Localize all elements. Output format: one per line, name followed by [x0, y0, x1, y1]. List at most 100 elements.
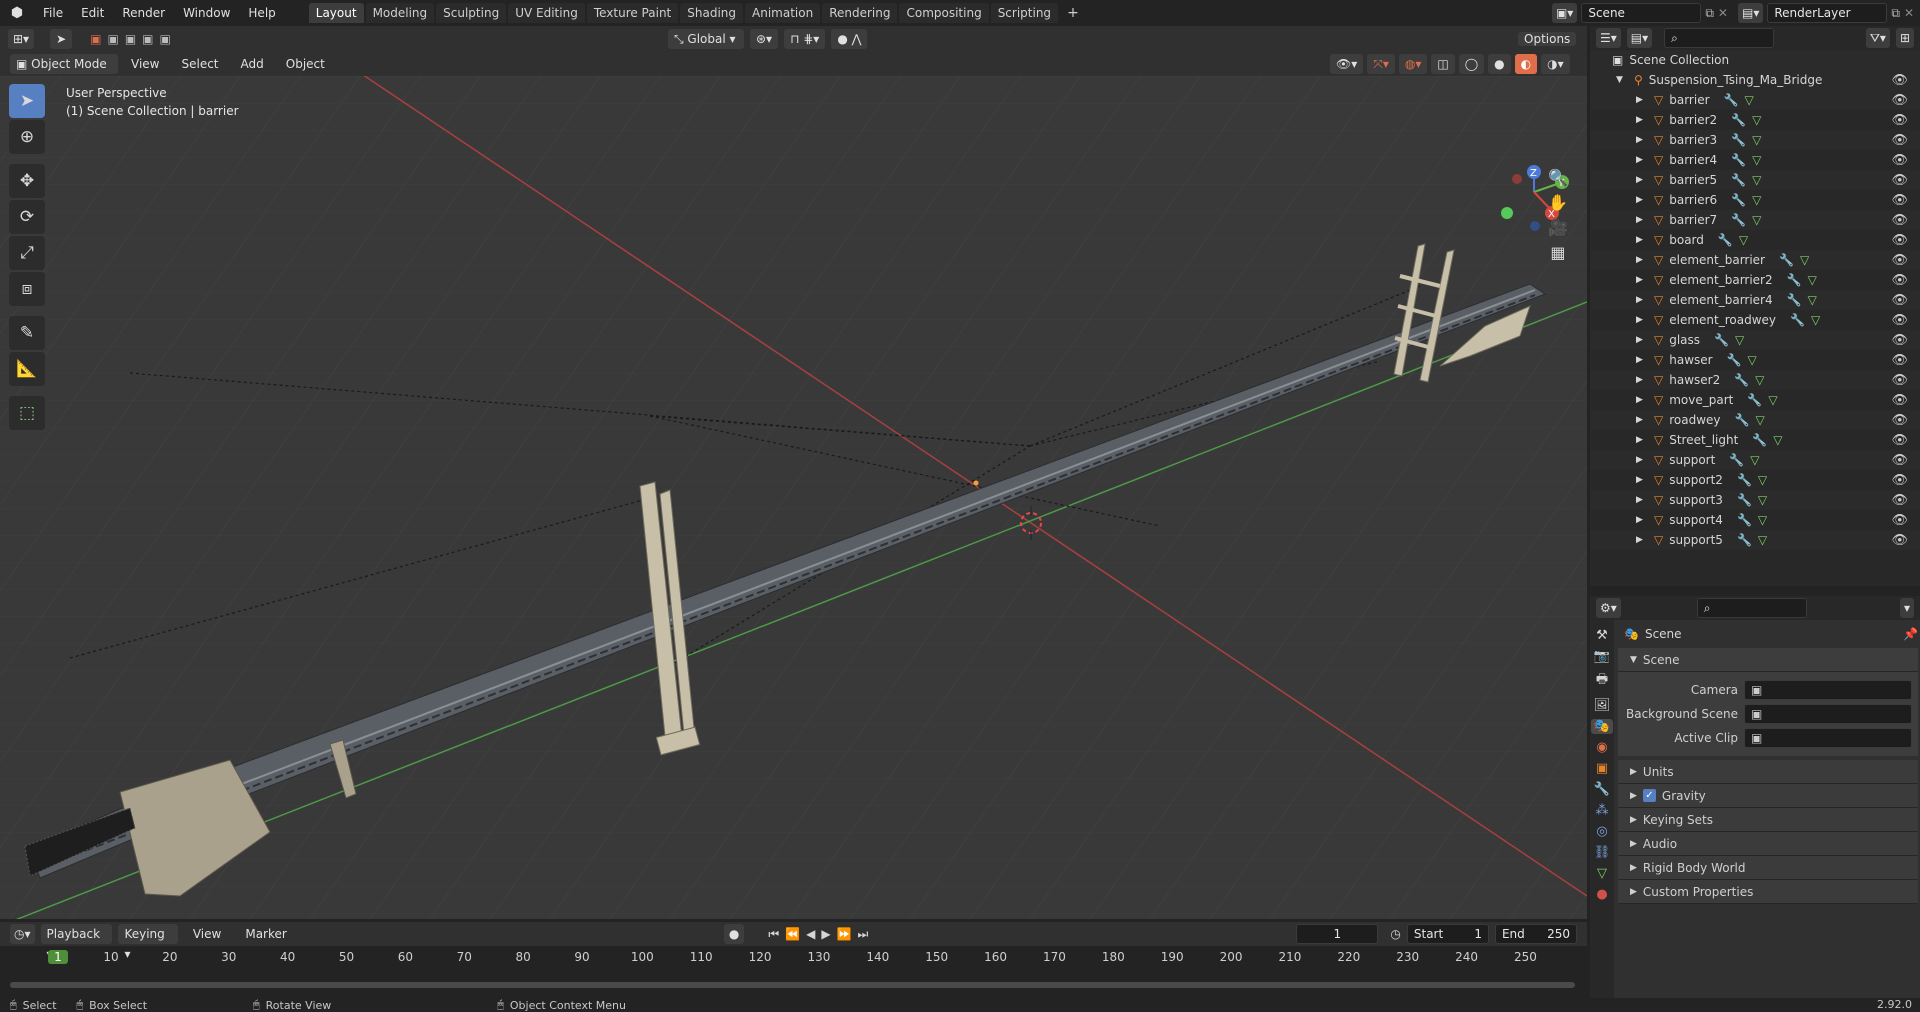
data-tab-icon[interactable]: ▽	[1597, 866, 1607, 881]
timeline-menu-view[interactable]: View	[184, 924, 230, 944]
expand-right-icon[interactable]: ▶	[1636, 375, 1648, 385]
select-mode-extend-icon[interactable]: ▣	[107, 32, 118, 46]
editor-type-icon[interactable]: ⊞▾	[8, 29, 35, 49]
modifier-icon[interactable]: 🔧	[1731, 153, 1746, 167]
scene-tab-icon[interactable]: 🎭	[1590, 719, 1614, 734]
visibility-icon[interactable]: 👁▾	[1330, 54, 1364, 74]
mesh-data-icon[interactable]: ▽	[1748, 353, 1757, 367]
eye-icon[interactable]: 👁	[1891, 393, 1908, 408]
tab-layout[interactable]: Layout	[308, 3, 364, 23]
eye-icon[interactable]: 👁	[1891, 93, 1908, 108]
pivot-icon[interactable]: ⊛▾	[750, 29, 779, 49]
outliner-object-row[interactable]: ▶ ▽ glass 🔧 ▽ 👁	[1590, 330, 1920, 350]
mesh-data-icon[interactable]: ▽	[1755, 413, 1764, 427]
modifier-icon[interactable]: 🔧	[1779, 253, 1794, 267]
modifier-icon[interactable]: 🔧	[1731, 173, 1746, 187]
render-tab-icon[interactable]: 📷	[1594, 649, 1610, 664]
property-value-field[interactable]: ▣	[1744, 680, 1912, 700]
overlay-toggle-icon[interactable]: ◍▾	[1398, 54, 1428, 74]
properties-editor-icon[interactable]: ⚙▾	[1596, 598, 1621, 618]
world-tab-icon[interactable]: ◉	[1596, 740, 1607, 755]
eye-icon[interactable]: 👁	[1891, 233, 1908, 248]
cursor-tool[interactable]: ⊕	[9, 120, 45, 154]
property-value-field[interactable]: ▣	[1744, 704, 1912, 724]
current-frame-field[interactable]: 1	[1296, 924, 1379, 944]
view-layer-tab-icon[interactable]: 🖼	[1594, 698, 1611, 713]
expand-right-icon[interactable]: ▶	[1636, 275, 1648, 285]
keying-dropdown[interactable]: Keying ▾	[118, 924, 178, 961]
eye-icon[interactable]: 👁	[1891, 273, 1908, 288]
tool-tab-icon[interactable]: ⚒	[1596, 628, 1608, 643]
start-frame-field[interactable]: Start 1	[1406, 924, 1489, 944]
eye-icon[interactable]: 👁	[1891, 193, 1908, 208]
outliner-object-row[interactable]: ▶ ▽ element_barrier4 🔧 ▽ 👁	[1590, 290, 1920, 310]
tab-uv-editing[interactable]: UV Editing	[508, 3, 585, 23]
mesh-data-icon[interactable]: ▽	[1768, 393, 1777, 407]
eye-icon[interactable]: 👁	[1891, 153, 1908, 168]
select-mode-new-icon[interactable]: ▣	[90, 32, 101, 46]
eye-icon[interactable]: 👁	[1891, 293, 1908, 308]
record-icon[interactable]: ●	[723, 924, 745, 944]
modifier-icon[interactable]: 🔧	[1735, 413, 1750, 427]
scene-name-field[interactable]: Scene	[1581, 3, 1702, 23]
eye-icon[interactable]: 👁	[1891, 473, 1908, 488]
orientation-dropdown[interactable]: ⤡ Global ▾	[668, 29, 744, 49]
menu-edit[interactable]: Edit	[72, 0, 113, 26]
menu-view[interactable]: View	[122, 54, 168, 74]
shading-material-icon[interactable]: ◐	[1514, 54, 1538, 74]
mesh-data-icon[interactable]: ▽	[1752, 213, 1761, 227]
clock-icon[interactable]: ◷	[1390, 927, 1400, 941]
timeline-menu-marker[interactable]: Marker	[236, 924, 295, 944]
scene-selector[interactable]: ▣▾ Scene ⧉ ✕	[1551, 3, 1728, 23]
outliner-object-row[interactable]: ▶ ▽ move_part 🔧 ▽ 👁	[1590, 390, 1920, 410]
xray-icon[interactable]: ◫	[1431, 54, 1455, 74]
tab-shading[interactable]: Shading	[680, 3, 743, 23]
timeline-editor-icon[interactable]: ◷▾	[10, 924, 35, 944]
tab-compositing[interactable]: Compositing	[899, 3, 989, 23]
shading-solid-icon[interactable]: ●	[1488, 54, 1511, 74]
modifier-icon[interactable]: 🔧	[1727, 353, 1742, 367]
play-icon[interactable]: ▶	[821, 927, 830, 941]
outliner-object-row[interactable]: ▶ ▽ support5 🔧 ▽ 👁	[1590, 530, 1920, 550]
pin-icon[interactable]: 📌	[1903, 627, 1918, 641]
outliner-object-row[interactable]: ▶ ▽ barrier5 🔧 ▽ 👁	[1590, 170, 1920, 190]
outliner-editor-icon[interactable]: ☰▾	[1596, 28, 1621, 48]
select-mode-invert-icon[interactable]: ▣	[142, 32, 153, 46]
eye-icon[interactable]: 👁	[1891, 73, 1908, 88]
eye-icon[interactable]: 👁	[1891, 133, 1908, 148]
subpanel-header[interactable]: ▶ ✓ Gravity	[1618, 784, 1918, 808]
rotate-tool[interactable]: ⟳	[9, 200, 45, 234]
scene-panel-header[interactable]: ▼ Scene	[1618, 648, 1918, 672]
mesh-data-icon[interactable]: ▽	[1800, 253, 1809, 267]
scale-tool[interactable]: ⤢	[9, 236, 45, 270]
menu-file[interactable]: File	[34, 0, 72, 26]
mesh-data-icon[interactable]: ▽	[1752, 133, 1761, 147]
tab-modeling[interactable]: Modeling	[365, 3, 435, 23]
modifier-icon[interactable]: 🔧	[1737, 513, 1752, 527]
expand-right-icon[interactable]: ▶	[1636, 175, 1648, 185]
measure-tool[interactable]: 📐	[9, 352, 45, 386]
outliner-object-row[interactable]: ▶ ▽ support2 🔧 ▽ 👁	[1590, 470, 1920, 490]
modifier-icon[interactable]: 🔧	[1734, 373, 1749, 387]
filter-icon[interactable]: ⛛▾	[1865, 28, 1890, 48]
3d-viewport[interactable]: Z Y X User Perspective (1) Scene Collect…	[0, 76, 1587, 919]
blender-logo-icon[interactable]: ⬢	[0, 5, 34, 21]
menu-window[interactable]: Window	[174, 0, 239, 26]
subpanel-header[interactable]: ▶ Units	[1618, 760, 1918, 784]
expand-right-icon[interactable]: ▶	[1636, 315, 1648, 325]
modifier-icon[interactable]: 🔧	[1737, 473, 1752, 487]
move-tool[interactable]: ✥	[9, 164, 45, 198]
modifier-icon[interactable]: 🔧	[1731, 133, 1746, 147]
pan-hand-icon[interactable]: ✋	[1548, 193, 1568, 212]
shading-rendered-icon[interactable]: ◑▾	[1541, 54, 1570, 74]
expand-right-icon[interactable]: ▶	[1636, 535, 1648, 545]
menu-add[interactable]: Add	[232, 54, 273, 74]
subpanel-header[interactable]: ▶ Rigid Body World	[1618, 856, 1918, 880]
eye-icon[interactable]: 👁	[1891, 173, 1908, 188]
outliner-object-row[interactable]: ▶ ▽ barrier3 🔧 ▽ 👁	[1590, 130, 1920, 150]
properties-search-input[interactable]: ⌕	[1696, 598, 1807, 618]
modifier-icon[interactable]: 🔧	[1787, 293, 1802, 307]
eye-icon[interactable]: 👁	[1891, 113, 1908, 128]
physics-tab-icon[interactable]: ◎	[1596, 824, 1607, 839]
delete-scene-icon[interactable]: ✕	[1718, 6, 1728, 20]
